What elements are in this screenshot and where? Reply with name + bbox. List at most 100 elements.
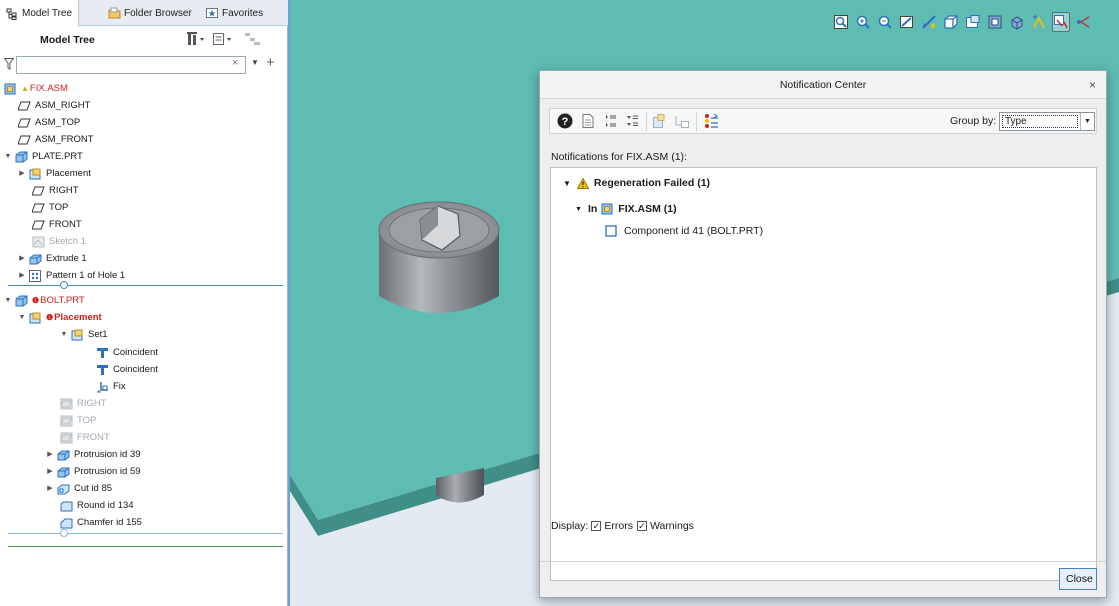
collapse-arrow-icon[interactable]: ▼ <box>60 326 68 343</box>
datum-plane-icon <box>17 134 31 146</box>
tree-item-fix-asm[interactable]: ▲ FIX.ASM <box>4 80 68 97</box>
tree-item-bolt-placement[interactable]: ▼ ❶ Placement <box>18 309 102 326</box>
orient-button[interactable] <box>920 12 938 32</box>
collapse-arrow-icon[interactable]: ▼ <box>575 206 582 213</box>
errors-checkbox[interactable]: ✓ <box>591 521 602 531</box>
tree-item-bolt-prt[interactable]: ▼ ❶ BOLT.PRT <box>4 292 85 309</box>
spin-center-button[interactable] <box>1074 12 1092 32</box>
subgroup-in-fix-asm[interactable]: ▼ In FIX.ASM (1) <box>575 203 677 215</box>
view-manager-button[interactable] <box>964 12 982 32</box>
tree-item-label: Protrusion id 59 <box>74 466 141 477</box>
collapse-arrow-icon[interactable]: ▼ <box>18 309 26 326</box>
display-style-icon <box>944 15 958 29</box>
group-by-dropdown[interactable]: Type ▼ <box>999 112 1095 131</box>
perspective-button[interactable] <box>986 12 1004 32</box>
tree-item-asm-right[interactable]: ASM_RIGHT <box>17 97 91 114</box>
view-toolbar <box>828 10 1090 34</box>
annotation-display-button[interactable] <box>1052 12 1070 32</box>
tree-item-coincident-1[interactable]: Coincident <box>96 344 158 361</box>
warnings-checkbox[interactable]: ✓ <box>636 521 647 531</box>
notification-toolbar: ? Group by: Type ▼ <box>549 108 1097 134</box>
zoom-in-icon <box>856 15 870 29</box>
notification-item[interactable]: Component id 41 (BOLT.PRT) <box>605 225 763 237</box>
expand-arrow-icon[interactable]: ▶ <box>18 267 26 284</box>
model-tree-panel: Model Tree Folder Browser Favorites Mode… <box>0 0 288 606</box>
assembly-icon <box>601 203 613 215</box>
tree-item-chamfer-155[interactable]: Chamfer id 155 <box>60 514 142 531</box>
notifications-for-label: Notifications for FIX.ASM (1): <box>551 151 687 163</box>
tab-model-tree[interactable]: Model Tree <box>0 0 80 27</box>
tree-settings-icon <box>187 32 204 45</box>
open-model-icon[interactable] <box>652 113 668 129</box>
tree-item-bolt-top[interactable]: TOP <box>60 412 96 429</box>
tree-item-coincident-2[interactable]: Coincident <box>96 361 158 378</box>
collapse-arrow-icon[interactable]: ▼ <box>4 292 12 309</box>
toolbar-separator <box>646 112 647 131</box>
help-icon[interactable]: ? <box>557 113 573 129</box>
zoom-in-button[interactable] <box>854 12 872 32</box>
dialog-close-icon[interactable]: × <box>1089 71 1096 99</box>
tree-item-label: ASM_RIGHT <box>35 100 91 111</box>
collapse-arrow-icon[interactable]: ▼ <box>563 179 571 188</box>
notification-settings-icon[interactable] <box>704 113 720 129</box>
repaint-button[interactable] <box>898 12 916 32</box>
search-dropdown-icon[interactable]: ▼ <box>251 58 259 67</box>
tree-item-front[interactable]: FRONT <box>31 216 82 233</box>
tree-item-protrusion-39[interactable]: ▶ Protrusion id 39 <box>46 446 141 463</box>
tree-item-extrude-1[interactable]: ▶ Extrude 1 <box>18 250 87 267</box>
expand-arrow-icon[interactable]: ▶ <box>18 250 26 267</box>
add-filter-icon[interactable]: + <box>266 54 275 71</box>
tree-filter-tool-button[interactable] <box>244 30 262 48</box>
tree-item-set1[interactable]: ▼ Set1 <box>60 326 108 343</box>
tree-item-placement[interactable]: ▶ Placement <box>18 165 91 182</box>
close-button[interactable]: Close <box>1059 568 1097 590</box>
highlight-icon[interactable] <box>674 113 690 129</box>
tree-item-top[interactable]: TOP <box>31 199 68 216</box>
document-icon[interactable] <box>580 113 596 129</box>
refit-button[interactable] <box>832 12 850 32</box>
tree-item-right[interactable]: RIGHT <box>31 182 79 199</box>
expand-all-icon[interactable] <box>602 113 618 129</box>
tree-item-bolt-right[interactable]: RIGHT <box>60 395 107 412</box>
cut-icon <box>57 483 70 495</box>
tree-item-fix[interactable]: Fix <box>96 378 126 395</box>
section-button[interactable] <box>1008 12 1026 32</box>
tree-item-label: Cut id 85 <box>74 483 113 494</box>
tree-item-label: Coincident <box>113 347 158 358</box>
group-regeneration-failed[interactable]: ▼ Regeneration Failed (1) <box>563 177 710 189</box>
tree-item-plate-prt[interactable]: ▼ PLATE.PRT <box>4 148 83 165</box>
expand-arrow-icon[interactable]: ▶ <box>46 463 54 480</box>
zoom-out-button[interactable] <box>876 12 894 32</box>
notification-center-dialog: Notification Center × ? Group by: Type ▼… <box>539 70 1107 598</box>
expand-arrow-icon[interactable]: ▶ <box>46 480 54 497</box>
datum-display-button[interactable] <box>1030 12 1048 32</box>
tab-favorites[interactable]: Favorites <box>200 0 269 26</box>
tree-item-asm-top[interactable]: ASM_TOP <box>17 114 80 131</box>
tree-item-sketch-1[interactable]: Sketch 1 <box>32 233 86 250</box>
tree-item-label: Fix <box>113 381 126 392</box>
tree-search-input[interactable] <box>16 56 246 74</box>
tab-folder-browser[interactable]: Folder Browser <box>102 0 198 26</box>
part-icon <box>15 295 28 307</box>
tree-item-protrusion-59[interactable]: ▶ Protrusion id 59 <box>46 463 141 480</box>
expand-arrow-icon[interactable]: ▶ <box>46 446 54 463</box>
clear-search-icon[interactable]: × <box>232 57 238 69</box>
tree-item-label: Pattern 1 of Hole 1 <box>46 270 126 281</box>
show-tool-button[interactable] <box>212 30 234 48</box>
tree-item-round-134[interactable]: Round id 134 <box>60 497 134 514</box>
dialog-title-bar[interactable]: Notification Center × <box>540 71 1106 99</box>
display-style-button[interactable] <box>942 12 960 32</box>
panel-tab-bar: Model Tree Folder Browser Favorites <box>0 0 288 27</box>
tree-item-asm-front[interactable]: ASM_FRONT <box>17 131 94 148</box>
insert-marker-handle[interactable] <box>60 529 68 537</box>
expand-arrow-icon[interactable]: ▶ <box>18 165 26 182</box>
collapse-all-icon[interactable] <box>624 113 640 129</box>
insert-marker-handle[interactable] <box>60 281 68 289</box>
collapse-arrow-icon[interactable]: ▼ <box>4 148 12 165</box>
tree-item-pattern-1[interactable]: ▶ Pattern 1 of Hole 1 <box>18 267 125 284</box>
settings-tool-button[interactable] <box>186 30 208 48</box>
tree-item-cut-85[interactable]: ▶ Cut id 85 <box>46 480 112 497</box>
favorites-icon <box>206 7 218 19</box>
tree-item-label: RIGHT <box>49 185 79 196</box>
tree-item-bolt-front[interactable]: FRONT <box>60 429 110 446</box>
